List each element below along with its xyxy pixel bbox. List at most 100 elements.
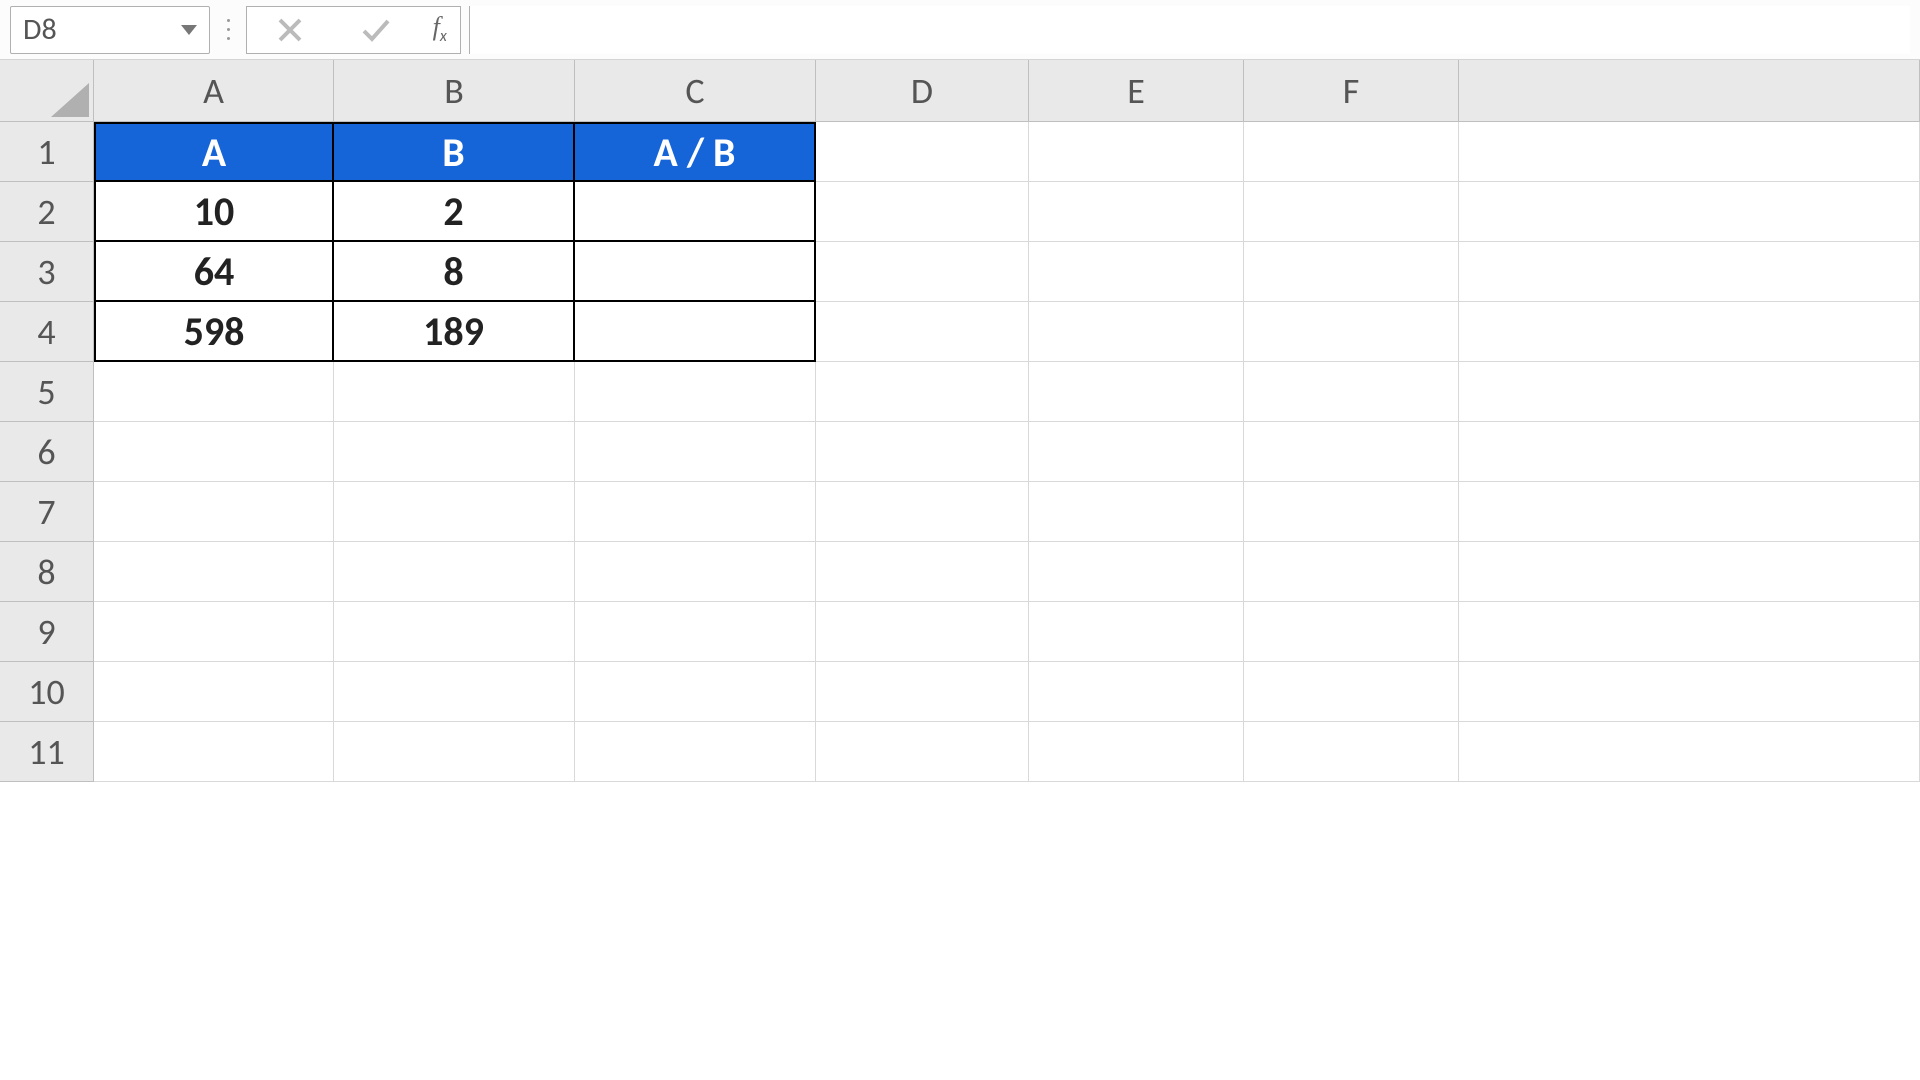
cell[interactable] (1459, 302, 1920, 362)
cell-B1[interactable]: B (334, 122, 575, 182)
cell[interactable] (575, 362, 816, 422)
row-header-3[interactable]: 3 (0, 242, 94, 302)
cell-B4[interactable]: 189 (334, 302, 575, 362)
col-header-B[interactable]: B (334, 60, 575, 122)
cell[interactable] (816, 602, 1029, 662)
row-header-8[interactable]: 8 (0, 542, 94, 602)
cell[interactable] (1459, 362, 1920, 422)
cell[interactable] (334, 602, 575, 662)
cell[interactable] (94, 542, 334, 602)
row-header-1[interactable]: 1 (0, 122, 94, 182)
cell[interactable] (1029, 302, 1244, 362)
formula-input[interactable] (469, 6, 1910, 54)
confirm-formula-button[interactable] (346, 10, 406, 50)
cell[interactable] (94, 722, 334, 782)
col-header-D[interactable]: D (816, 60, 1029, 122)
cell[interactable] (1029, 602, 1244, 662)
row-header-11[interactable]: 11 (0, 722, 94, 782)
cell-C4[interactable] (575, 302, 816, 362)
cell[interactable] (816, 422, 1029, 482)
cell[interactable] (1459, 542, 1920, 602)
cell[interactable] (816, 182, 1029, 242)
cell[interactable] (1029, 662, 1244, 722)
col-header-A[interactable]: A (94, 60, 334, 122)
cell[interactable] (1029, 362, 1244, 422)
cell[interactable] (816, 482, 1029, 542)
cell[interactable] (1459, 242, 1920, 302)
cell[interactable] (334, 662, 575, 722)
cell[interactable] (1029, 422, 1244, 482)
cell[interactable] (94, 422, 334, 482)
cell[interactable] (1244, 482, 1459, 542)
cell[interactable] (1459, 482, 1920, 542)
cell[interactable] (334, 422, 575, 482)
row-header-5[interactable]: 5 (0, 362, 94, 422)
cell-A1[interactable]: A (94, 122, 334, 182)
cell[interactable] (816, 722, 1029, 782)
col-header-F[interactable]: F (1244, 60, 1459, 122)
cell[interactable] (1029, 722, 1244, 782)
cell-C3[interactable] (575, 242, 816, 302)
row-header-9[interactable]: 9 (0, 602, 94, 662)
cell[interactable] (816, 542, 1029, 602)
cell[interactable] (94, 662, 334, 722)
cell[interactable] (1244, 302, 1459, 362)
cell-A2[interactable]: 10 (94, 182, 334, 242)
cell[interactable] (1029, 242, 1244, 302)
cell[interactable] (1459, 722, 1920, 782)
cell[interactable] (575, 422, 816, 482)
cell[interactable] (1244, 362, 1459, 422)
cell[interactable] (334, 482, 575, 542)
select-all-corner[interactable] (0, 60, 94, 122)
row-header-2[interactable]: 2 (0, 182, 94, 242)
col-header-E[interactable]: E (1029, 60, 1244, 122)
cell[interactable] (1244, 722, 1459, 782)
row-header-10[interactable]: 10 (0, 662, 94, 722)
cell[interactable] (1459, 122, 1920, 182)
cell-B3[interactable]: 8 (334, 242, 575, 302)
cell[interactable] (334, 542, 575, 602)
chevron-down-icon[interactable] (181, 25, 197, 35)
cell[interactable] (1244, 182, 1459, 242)
cell[interactable] (1459, 422, 1920, 482)
cell[interactable] (94, 482, 334, 542)
cell[interactable] (1029, 542, 1244, 602)
cell[interactable] (94, 602, 334, 662)
cell[interactable] (575, 482, 816, 542)
row-header-6[interactable]: 6 (0, 422, 94, 482)
cell[interactable] (1029, 122, 1244, 182)
row-header-7[interactable]: 7 (0, 482, 94, 542)
fx-label[interactable]: fx (433, 12, 447, 46)
cell[interactable] (1029, 482, 1244, 542)
cell-B2[interactable]: 2 (334, 182, 575, 242)
cell[interactable] (816, 242, 1029, 302)
cell[interactable] (1244, 122, 1459, 182)
cell[interactable] (94, 362, 334, 422)
cell[interactable] (575, 542, 816, 602)
cell-C2[interactable] (575, 182, 816, 242)
cell[interactable] (816, 662, 1029, 722)
cancel-formula-button[interactable] (260, 10, 320, 50)
cell[interactable] (575, 662, 816, 722)
cell-A3[interactable]: 64 (94, 242, 334, 302)
cell[interactable] (816, 302, 1029, 362)
cell[interactable] (816, 362, 1029, 422)
cell[interactable] (1244, 602, 1459, 662)
cell[interactable] (575, 722, 816, 782)
vertical-grip-icon[interactable] (218, 6, 238, 54)
cell[interactable] (1244, 242, 1459, 302)
cell[interactable] (334, 722, 575, 782)
cell[interactable] (575, 602, 816, 662)
cell[interactable] (1029, 182, 1244, 242)
cell[interactable] (1459, 182, 1920, 242)
cell[interactable] (1244, 662, 1459, 722)
cell[interactable] (1459, 662, 1920, 722)
cell[interactable] (1244, 422, 1459, 482)
name-box[interactable]: D8 (10, 6, 210, 54)
cell-C1[interactable]: A / B (575, 122, 816, 182)
cell[interactable] (1459, 602, 1920, 662)
cell[interactable] (334, 362, 575, 422)
cell[interactable] (816, 122, 1029, 182)
row-header-4[interactable]: 4 (0, 302, 94, 362)
col-header-C[interactable]: C (575, 60, 816, 122)
